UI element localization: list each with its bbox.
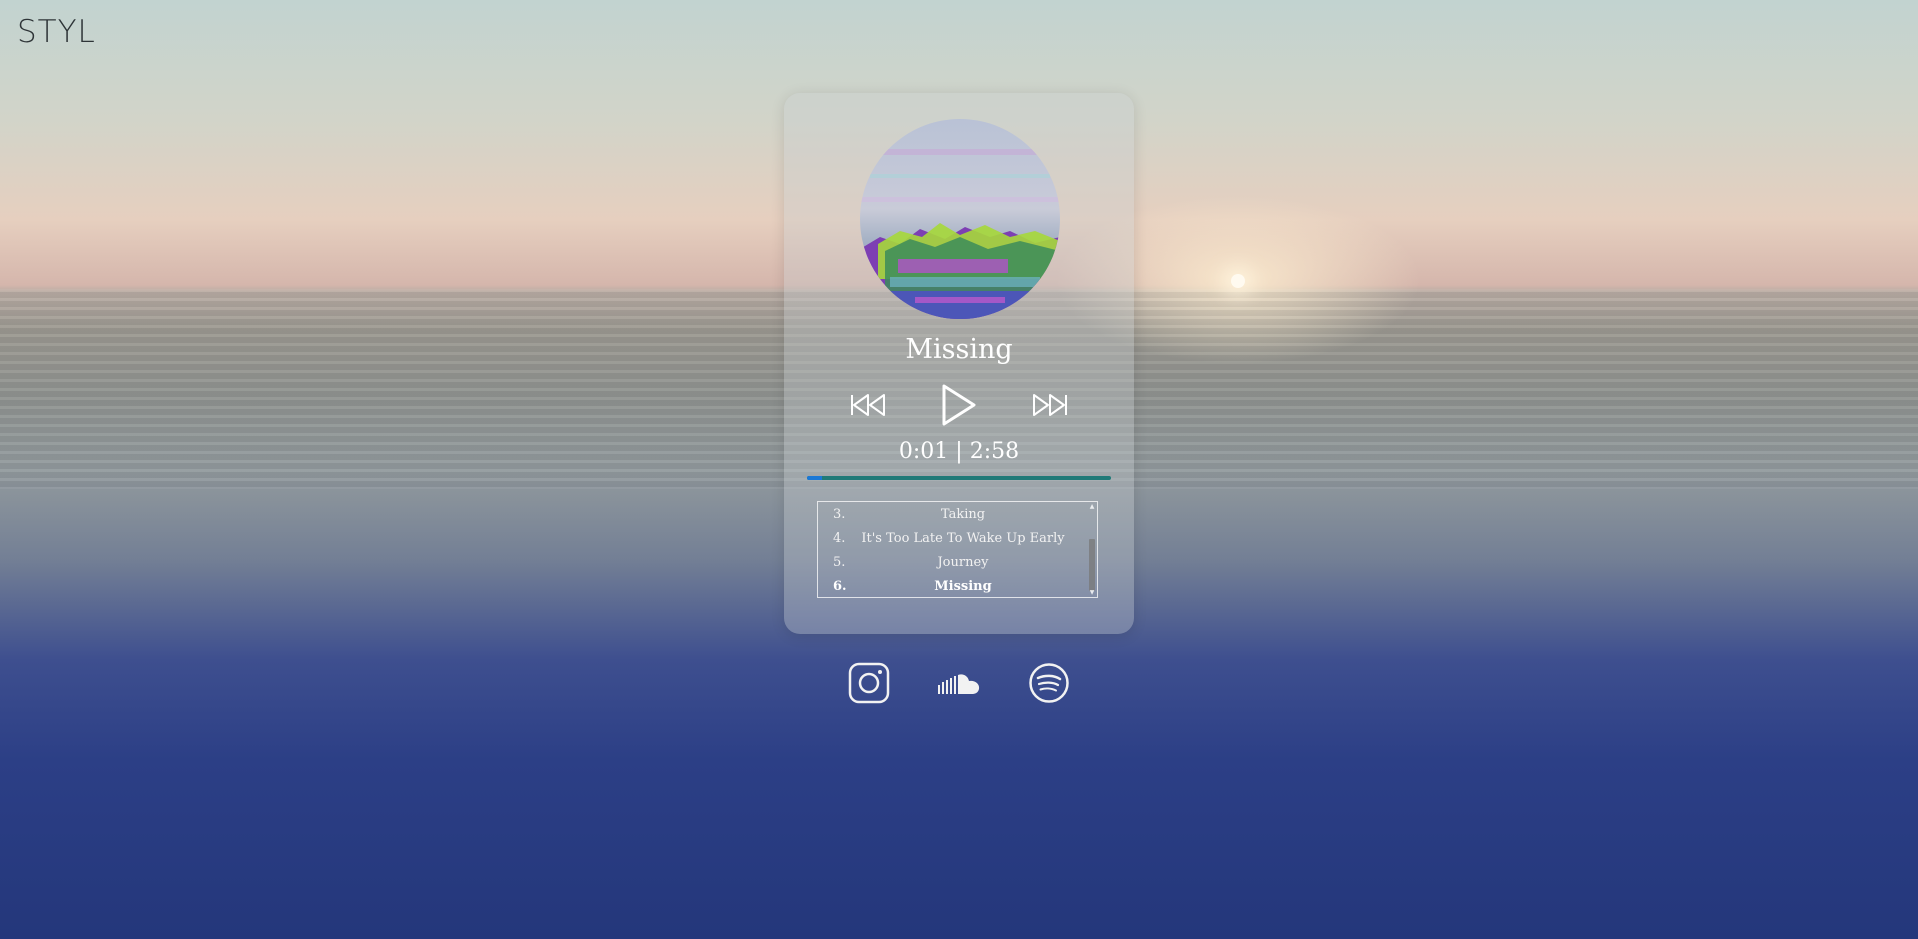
playlist-item-title: Missing bbox=[934, 579, 992, 594]
playlist-item-number: 3. bbox=[833, 507, 846, 522]
play-icon[interactable] bbox=[940, 383, 978, 431]
playlist: 3. Taking 4. It's Too Late To Wake Up Ea… bbox=[817, 501, 1098, 598]
album-cover bbox=[860, 119, 1060, 319]
scroll-up-icon[interactable]: ▲ bbox=[1088, 503, 1096, 511]
duration: 2:58 bbox=[969, 439, 1020, 464]
playlist-item-number: 6. bbox=[833, 579, 847, 594]
time-display: 0:01 | 2:58 bbox=[784, 439, 1134, 464]
playlist-item-title: Journey bbox=[937, 555, 989, 570]
playlist-item-title: Taking bbox=[940, 507, 986, 522]
playlist-item[interactable]: 5. Journey bbox=[818, 551, 1086, 575]
logo[interactable]: STYL bbox=[17, 14, 96, 50]
playlist-item-number: 5. bbox=[833, 555, 846, 570]
skip-back-icon[interactable] bbox=[850, 392, 888, 422]
soundcloud-icon[interactable] bbox=[937, 672, 981, 700]
progress-fill bbox=[807, 476, 823, 480]
track-title: Missing bbox=[905, 334, 1013, 365]
playlist-item-active[interactable]: 6. Missing bbox=[818, 575, 1086, 597]
playlist-item[interactable]: 4. It's Too Late To Wake Up Early bbox=[818, 527, 1086, 551]
playlist-item[interactable]: 3. Taking bbox=[818, 503, 1086, 527]
sun bbox=[1231, 274, 1245, 288]
social-links bbox=[0, 662, 1918, 712]
player-card: Missing 0:01 | 2:58 3. Taking 4. It's To… bbox=[784, 93, 1134, 634]
scroll-down-icon[interactable]: ▼ bbox=[1088, 589, 1096, 597]
playlist-item-number: 4. bbox=[833, 531, 846, 546]
playback-controls bbox=[784, 381, 1134, 431]
spotify-icon[interactable] bbox=[1028, 662, 1070, 708]
playlist-scrollbar[interactable]: ▲ ▼ bbox=[1088, 503, 1096, 596]
scroll-thumb[interactable] bbox=[1089, 539, 1095, 591]
progress-bar[interactable] bbox=[807, 476, 1111, 480]
playlist-item-title: It's Too Late To Wake Up Early bbox=[861, 531, 1065, 546]
skip-forward-icon[interactable] bbox=[1030, 392, 1068, 422]
elapsed-time: 0:01 bbox=[898, 439, 949, 464]
instagram-icon[interactable] bbox=[848, 662, 890, 708]
time-separator: | bbox=[955, 439, 963, 464]
